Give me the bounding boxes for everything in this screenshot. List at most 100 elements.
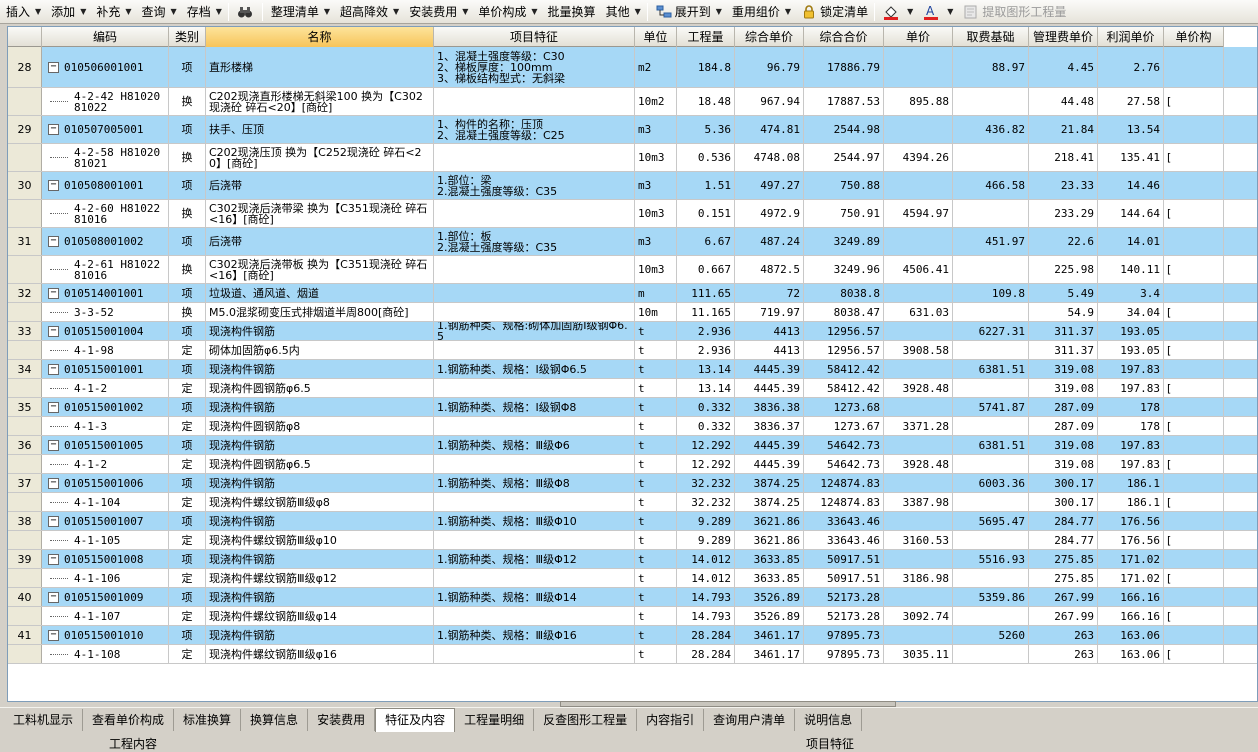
- chevron-down-icon[interactable]: ▼: [785, 1, 791, 23]
- tab-3[interactable]: 换算信息: [241, 708, 309, 731]
- cell-mgmt[interactable]: 225.98: [1029, 256, 1098, 283]
- bill-item-row[interactable]: 30 −010508001001 项 后浇带 1.部位：梁 2.混凝土强度等级：C35 m…: [8, 172, 1257, 200]
- collapse-toggle-icon[interactable]: −: [48, 553, 59, 565]
- cell-mgmt[interactable]: 284.77: [1029, 512, 1098, 530]
- cell-name[interactable]: 现浇构件圆钢筋φ8: [206, 417, 434, 435]
- chevron-down-icon[interactable]: ▼: [80, 1, 86, 23]
- cell-qty[interactable]: 0.151: [677, 200, 735, 227]
- cell-up[interactable]: 3836.37: [735, 417, 804, 435]
- cell-seq[interactable]: 40: [8, 588, 42, 606]
- tab-2[interactable]: 标准换算: [174, 708, 242, 731]
- bill-item-row[interactable]: 33 −010515001004 项 现浇构件钢筋 1.钢筋种类、规格:砌体加固筋Ⅰ级钢…: [8, 322, 1257, 341]
- chevron-down-icon[interactable]: ▼: [35, 1, 41, 23]
- cell-feature[interactable]: [434, 607, 635, 625]
- cell-seq[interactable]: [8, 645, 42, 663]
- cell-seq[interactable]: [8, 531, 42, 549]
- cell-profit[interactable]: 14.01: [1098, 228, 1164, 255]
- cell-up[interactable]: 4445.39: [735, 379, 804, 397]
- cell-base[interactable]: [953, 88, 1029, 115]
- cell-mgmt[interactable]: 319.08: [1029, 436, 1098, 454]
- cell-name[interactable]: 现浇构件螺纹钢筋Ⅲ级φ12: [206, 569, 434, 587]
- cell-cat[interactable]: 项: [169, 360, 206, 378]
- cell-qty[interactable]: 28.284: [677, 626, 735, 644]
- cell-seq[interactable]: [8, 607, 42, 625]
- cell-up[interactable]: 4972.9: [735, 200, 804, 227]
- cell-up[interactable]: 3874.25: [735, 474, 804, 492]
- cell-profit[interactable]: 197.83: [1098, 379, 1164, 397]
- column-header-unit[interactable]: 单位: [635, 27, 677, 47]
- cell-feature[interactable]: [434, 144, 635, 171]
- collapse-toggle-icon[interactable]: −: [48, 401, 59, 413]
- cell-mgmt[interactable]: 287.09: [1029, 398, 1098, 416]
- quota-sub-row[interactable]: 4-2-61 H81022 81016 换 C302现浇后浇带板 换为【C351现浇…: [8, 256, 1257, 284]
- chevron-down-icon[interactable]: ▼: [324, 1, 330, 23]
- cell-seq[interactable]: [8, 493, 42, 511]
- cell-qty[interactable]: 13.14: [677, 379, 735, 397]
- toolbar-item-8[interactable]: 安装费用 ▼: [403, 1, 472, 23]
- cell-base[interactable]: 88.97: [953, 47, 1029, 87]
- cell-unit[interactable]: t: [635, 607, 677, 625]
- cell-base[interactable]: [953, 200, 1029, 227]
- cell-extra[interactable]: [: [1164, 531, 1224, 549]
- collapse-toggle-icon[interactable]: −: [48, 515, 59, 527]
- cell-price[interactable]: [884, 47, 953, 87]
- cell-feature[interactable]: [434, 341, 635, 359]
- cell-cat[interactable]: 项: [169, 436, 206, 454]
- cell-unit[interactable]: 10m3: [635, 256, 677, 283]
- cell-base[interactable]: 5741.87: [953, 398, 1029, 416]
- cell-base[interactable]: [953, 645, 1029, 663]
- cell-unit[interactable]: m3: [635, 172, 677, 199]
- column-header-extra[interactable]: 单价构: [1164, 27, 1224, 47]
- cell-up[interactable]: 474.81: [735, 116, 804, 143]
- cell-qty[interactable]: 18.48: [677, 88, 735, 115]
- cell-name[interactable]: 现浇构件圆钢筋φ6.5: [206, 379, 434, 397]
- cell-price[interactable]: [884, 322, 953, 340]
- collapse-toggle-icon[interactable]: −: [48, 591, 59, 603]
- cell-name[interactable]: 现浇构件钢筋: [206, 512, 434, 530]
- cell-code[interactable]: 4-2-60 H81022 81016: [42, 200, 169, 227]
- cell-unit[interactable]: t: [635, 474, 677, 492]
- quota-sub-row[interactable]: 3-3-52 换 M5.0混浆砌变压式排烟道半周800[商砼] 10m 11.165 71…: [8, 303, 1257, 322]
- cell-qty[interactable]: 14.793: [677, 607, 735, 625]
- cell-up[interactable]: 3836.38: [735, 398, 804, 416]
- cell-mgmt[interactable]: 319.08: [1029, 455, 1098, 473]
- cell-code[interactable]: 4-1-2: [42, 455, 169, 473]
- cell-up[interactable]: 4872.5: [735, 256, 804, 283]
- toolbar-item-0[interactable]: 插入 ▼: [0, 1, 45, 23]
- cell-profit[interactable]: 197.83: [1098, 360, 1164, 378]
- cell-seq[interactable]: [8, 200, 42, 227]
- cell-code[interactable]: −010515001006: [42, 474, 169, 492]
- cell-seq[interactable]: 35: [8, 398, 42, 416]
- cell-name[interactable]: 现浇构件螺纹钢筋Ⅲ级φ14: [206, 607, 434, 625]
- column-header-feature[interactable]: 项目特征: [434, 27, 635, 47]
- bill-item-row[interactable]: 36 −010515001005 项 现浇构件钢筋 1.钢筋种类、规格：Ⅲ级Φ6 t 12.…: [8, 436, 1257, 455]
- cell-extra[interactable]: [: [1164, 88, 1224, 115]
- cell-price[interactable]: 3928.48: [884, 379, 953, 397]
- chevron-down-icon[interactable]: ▼: [947, 1, 953, 23]
- cell-name[interactable]: 现浇构件钢筋: [206, 588, 434, 606]
- cell-up[interactable]: 4413: [735, 341, 804, 359]
- cell-cat[interactable]: 定: [169, 379, 206, 397]
- collapse-toggle-icon[interactable]: −: [48, 629, 59, 641]
- toolbar-item-17[interactable]: 提取图形工程量: [957, 1, 1070, 23]
- cell-profit[interactable]: 13.54: [1098, 116, 1164, 143]
- cell-profit[interactable]: 2.76: [1098, 47, 1164, 87]
- cell-qty[interactable]: 0.332: [677, 417, 735, 435]
- cell-name[interactable]: C202现浇压顶 换为【C252现浇砼 碎石<20】[商砼]: [206, 144, 434, 171]
- cell-extra[interactable]: [1164, 284, 1224, 302]
- cell-seq[interactable]: 39: [8, 550, 42, 568]
- cell-mgmt[interactable]: 267.99: [1029, 588, 1098, 606]
- cell-extra[interactable]: [1164, 172, 1224, 199]
- cell-unit[interactable]: t: [635, 550, 677, 568]
- column-header-profit[interactable]: 利润单价: [1098, 27, 1164, 47]
- collapse-toggle-icon[interactable]: −: [48, 236, 59, 247]
- cell-code[interactable]: 4-1-98: [42, 341, 169, 359]
- cell-up[interactable]: 4748.08: [735, 144, 804, 171]
- cell-code[interactable]: −010507005001: [42, 116, 169, 143]
- cell-code[interactable]: 4-1-107: [42, 607, 169, 625]
- cell-base[interactable]: [953, 341, 1029, 359]
- toolbar-item-12[interactable]: 展开到 ▼: [650, 1, 726, 23]
- cell-name[interactable]: 现浇构件螺纹钢筋Ⅲ级φ8: [206, 493, 434, 511]
- cell-base[interactable]: 451.97: [953, 228, 1029, 255]
- cell-qty[interactable]: 0.332: [677, 398, 735, 416]
